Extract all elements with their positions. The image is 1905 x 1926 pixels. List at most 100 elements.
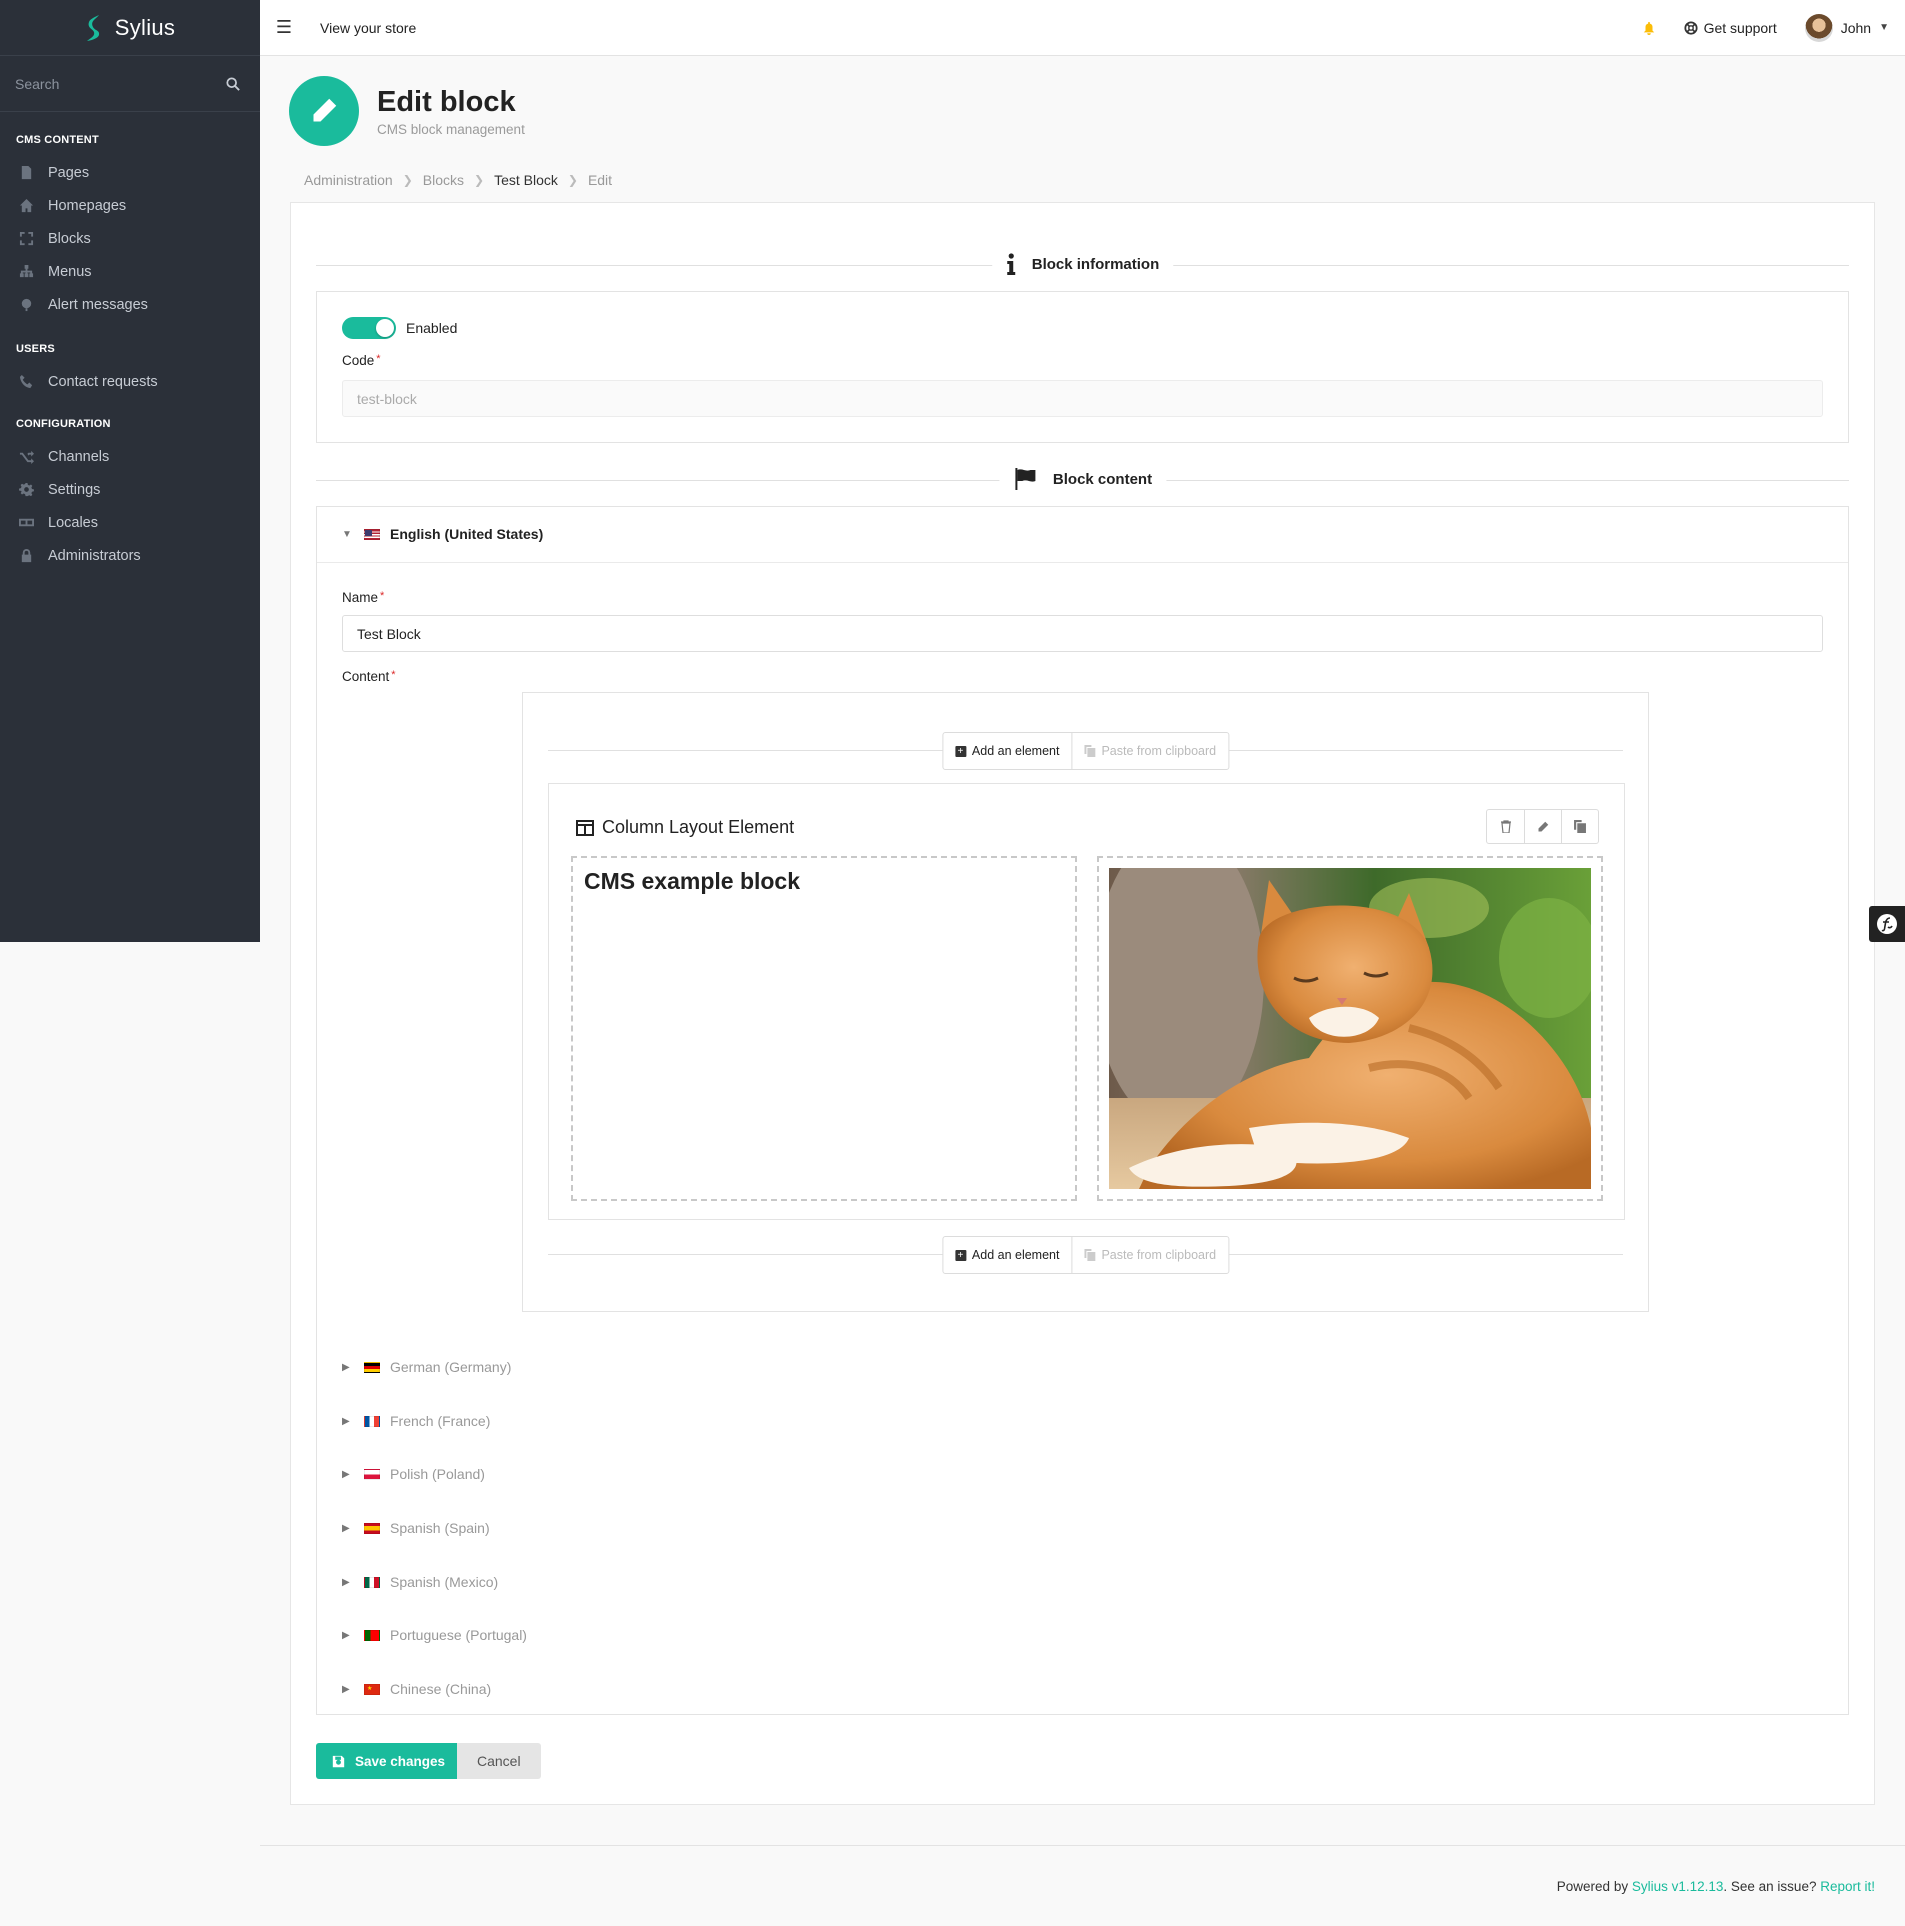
add-element-button[interactable]: + Add an element [943, 1237, 1072, 1273]
sylius-version-link[interactable]: Sylius v1.12.13 [1632, 1879, 1724, 1894]
enabled-label: Enabled [406, 320, 458, 336]
sidebar-item-label: Administrators [48, 547, 141, 564]
copy-icon [1084, 745, 1096, 757]
flag-icon [1014, 468, 1035, 490]
locale-label: Polish (Poland) [390, 1466, 485, 1482]
enabled-toggle[interactable] [342, 317, 396, 339]
save-changes-button[interactable]: Save changes [316, 1743, 466, 1779]
block-content-divider: Block content [316, 468, 1849, 490]
column-2[interactable] [1097, 856, 1603, 1201]
locale-accordion-de-de[interactable]: ▶ German (Germany) [342, 1359, 511, 1375]
brand[interactable]: Sylius [0, 0, 260, 56]
delete-element-button[interactable] [1487, 810, 1524, 843]
content-label-text: Content [342, 669, 390, 684]
caret-right-icon: ▶ [342, 1522, 350, 1534]
locale-accordion-pt-pt[interactable]: ▶ Portuguese (Portugal) [342, 1627, 527, 1643]
lock-icon [21, 548, 32, 563]
sidebar-item-label: Homepages [48, 197, 127, 214]
translate-icon [19, 518, 34, 527]
cat-image [1109, 868, 1591, 1189]
user-menu[interactable]: John ▼ [1804, 13, 1889, 42]
cancel-button[interactable]: Cancel [457, 1743, 541, 1779]
get-support-link[interactable]: Get support [1684, 20, 1777, 36]
locale-accordion-fr-fr[interactable]: ▶ French (France) [342, 1413, 490, 1429]
locale-accordion-es-mx[interactable]: ▶ Spanish (Mexico) [342, 1574, 498, 1590]
sidebar-item-settings[interactable]: Settings [0, 473, 260, 506]
sidebar-item-alert-messages[interactable]: Alert messages [0, 288, 260, 321]
pt-flag-icon [364, 1629, 380, 1641]
es-flag-icon [364, 1522, 380, 1534]
locale-label: Spanish (Mexico) [390, 1574, 499, 1590]
breadcrumb-administration[interactable]: Administration [304, 172, 393, 188]
user-name: John [1840, 19, 1872, 36]
caret-right-icon: ▶ [342, 1415, 350, 1427]
symfony-icon [1877, 914, 1897, 934]
paste-clipboard-button[interactable]: Paste from clipboard [1071, 1237, 1228, 1273]
report-issue-link[interactable]: Report it! [1820, 1879, 1875, 1894]
footer-middle: . See an issue? [1723, 1879, 1821, 1894]
sidebar-item-contact-requests[interactable]: Contact requests [0, 365, 260, 398]
code-field[interactable]: test-block [342, 380, 1823, 417]
locale-label: English (United States) [390, 526, 544, 542]
breadcrumb-blocks[interactable]: Blocks [423, 172, 464, 188]
locale-accordion-zh-cn[interactable]: ▶ ★ Chinese (China) [342, 1681, 491, 1697]
accordion-divider [317, 562, 1848, 563]
name-label-text: Name [342, 590, 379, 605]
content-builder: + Add an element Paste from clipboard Col… [522, 692, 1649, 1312]
pl-flag-icon [364, 1468, 380, 1480]
paste-clipboard-label: Paste from clipboard [1101, 1248, 1217, 1262]
locale-label: Portuguese (Portugal) [390, 1627, 527, 1643]
sidebar-item-administrators[interactable]: Administrators [0, 539, 260, 572]
locale-accordion-es-es[interactable]: ▶ Spanish (Spain) [342, 1520, 490, 1536]
trash-icon [1500, 820, 1511, 833]
page-header: Edit block CMS block management [289, 76, 525, 146]
save-icon [332, 1755, 345, 1767]
chevron-down-icon: ▼ [1879, 22, 1889, 33]
sidebar-item-label: Contact requests [48, 373, 158, 390]
block-information-title: Block information [1031, 255, 1160, 273]
expand-icon [19, 231, 34, 246]
locale-accordion-en-us[interactable]: ▼ English (United States) [342, 526, 543, 542]
view-store-link[interactable]: View your store [320, 20, 416, 36]
sidebar-item-label: Settings [48, 481, 101, 498]
columns-icon [576, 819, 594, 836]
sidebar-item-menus[interactable]: Menus [0, 255, 260, 288]
name-field[interactable]: Test Block [342, 615, 1823, 652]
chevron-right-icon: ❯ [474, 173, 485, 187]
sidebar-item-label: Alert messages [48, 296, 148, 313]
chevron-right-icon: ❯ [402, 173, 413, 187]
sidebar-item-channels[interactable]: Channels [0, 440, 260, 473]
edit-element-button[interactable] [1524, 810, 1561, 843]
sidebar-item-homepages[interactable]: Homepages [0, 189, 260, 222]
column-1[interactable]: CMS example block [571, 856, 1077, 1201]
locale-accordion-pl-pl[interactable]: ▶ Polish (Poland) [342, 1466, 485, 1482]
element-title: Column Layout Element [602, 817, 795, 837]
footer: Powered by Sylius v1.12.13. See an issue… [1557, 1879, 1875, 1894]
breadcrumb-test-block[interactable]: Test Block [494, 172, 558, 188]
sidebar-search [0, 56, 260, 112]
sidebar-search-input[interactable] [15, 75, 195, 92]
sitemap-icon [19, 264, 34, 278]
bell-icon[interactable] [1642, 21, 1656, 35]
add-element-button[interactable]: + Add an element [943, 733, 1072, 769]
paste-clipboard-button[interactable]: Paste from clipboard [1071, 733, 1228, 769]
copy-element-button[interactable] [1561, 810, 1598, 843]
sidebar-section-users: USERS [16, 343, 55, 355]
sidebar-item-locales[interactable]: Locales [0, 506, 260, 539]
code-label-text: Code [342, 353, 375, 368]
footer-divider [260, 1845, 1905, 1846]
sidebar-item-blocks[interactable]: Blocks [0, 222, 260, 255]
search-icon[interactable] [226, 76, 240, 91]
chevron-right-icon: ❯ [567, 173, 578, 187]
sidebar-section-cms: CMS CONTENT [16, 134, 99, 146]
menu-toggle-icon[interactable]: ☰ [260, 17, 308, 38]
topbar: ☰ View your store Get support John ▼ [260, 0, 1905, 56]
sidebar-item-pages[interactable]: Pages [0, 156, 260, 189]
cn-flag-icon: ★ [364, 1683, 380, 1695]
us-flag-icon [364, 528, 380, 540]
locale-label: Spanish (Spain) [390, 1520, 490, 1536]
sidebar-item-label: Channels [48, 448, 110, 465]
add-element-label: Add an element [971, 744, 1060, 758]
symfony-toolbar-toggle[interactable] [1869, 906, 1905, 942]
add-element-row-top: + Add an element Paste from clipboard [548, 732, 1623, 770]
